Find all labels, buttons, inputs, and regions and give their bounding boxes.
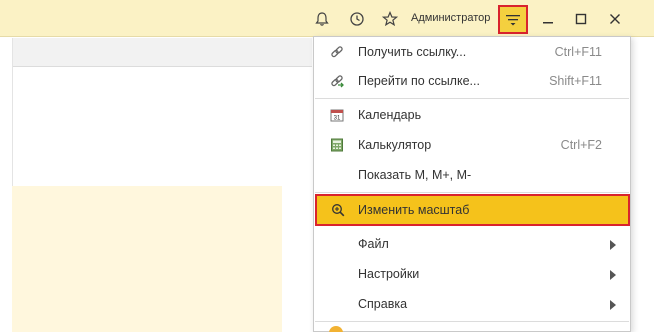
menu-item-calendar[interactable]: 31 Календарь — [314, 101, 630, 130]
menu-item-label: Калькулятор — [358, 138, 432, 152]
star-icon[interactable] — [379, 8, 401, 30]
menu-item-settings[interactable]: Настройки — [314, 260, 630, 289]
menu-item-label: Изменить масштаб — [358, 203, 470, 217]
calculator-icon — [329, 137, 345, 153]
minimize-icon[interactable] — [537, 8, 559, 30]
calendar-icon: 31 — [329, 107, 345, 123]
submenu-arrow-icon — [610, 270, 616, 280]
history-icon[interactable] — [346, 8, 368, 30]
menu-separator — [315, 192, 629, 193]
user-name[interactable]: Администратор — [411, 12, 490, 24]
main-menu-button[interactable] — [498, 5, 528, 34]
next-item-icon — [329, 326, 343, 332]
maximize-icon[interactable] — [570, 8, 592, 30]
menu-item-shortcut: Ctrl+F11 — [554, 45, 602, 59]
menu-item-change-zoom[interactable]: Изменить масштаб — [315, 194, 630, 226]
title-bar: Администратор — [0, 0, 654, 37]
menu-icon — [506, 14, 520, 25]
zoom-icon — [330, 202, 346, 218]
content-panel — [12, 186, 282, 332]
menu-item-label: Файл — [358, 237, 389, 251]
submenu-arrow-icon — [610, 300, 616, 310]
menu-item-goto-link[interactable]: Перейти по ссылке... Shift+F11 — [314, 67, 630, 96]
svg-text:31: 31 — [334, 116, 341, 122]
bell-icon[interactable] — [311, 8, 333, 30]
close-icon[interactable] — [604, 8, 626, 30]
menu-item-shortcut: Shift+F11 — [549, 74, 602, 88]
menu-item-label: Настройки — [358, 267, 420, 281]
menu-item-label: Справка — [358, 297, 408, 311]
menu-item-label: Перейти по ссылке... — [358, 74, 480, 88]
menu-item-label: Получить ссылку... — [358, 45, 467, 59]
menu-item-label: Показать M, M+, M- — [358, 168, 472, 182]
main-menu-dropdown: Получить ссылку... Ctrl+F11 Перейти по с… — [313, 36, 631, 332]
menu-separator — [315, 321, 629, 322]
menu-item-show-memory[interactable]: Показать M, M+, M- — [314, 161, 630, 190]
menu-item-label: Календарь — [358, 108, 422, 122]
submenu-arrow-icon — [610, 240, 616, 250]
menu-item-file[interactable]: Файл — [314, 230, 630, 259]
section-panel-bar — [12, 38, 312, 67]
goto-link-icon — [329, 73, 345, 89]
menu-item-get-link[interactable]: Получить ссылку... Ctrl+F11 — [314, 38, 630, 67]
menu-item-shortcut: Ctrl+F2 — [560, 138, 602, 152]
link-icon — [329, 44, 345, 60]
menu-separator — [315, 98, 629, 99]
menu-item-calculator[interactable]: Калькулятор Ctrl+F2 — [314, 131, 630, 160]
menu-item-help[interactable]: Справка — [314, 290, 630, 319]
